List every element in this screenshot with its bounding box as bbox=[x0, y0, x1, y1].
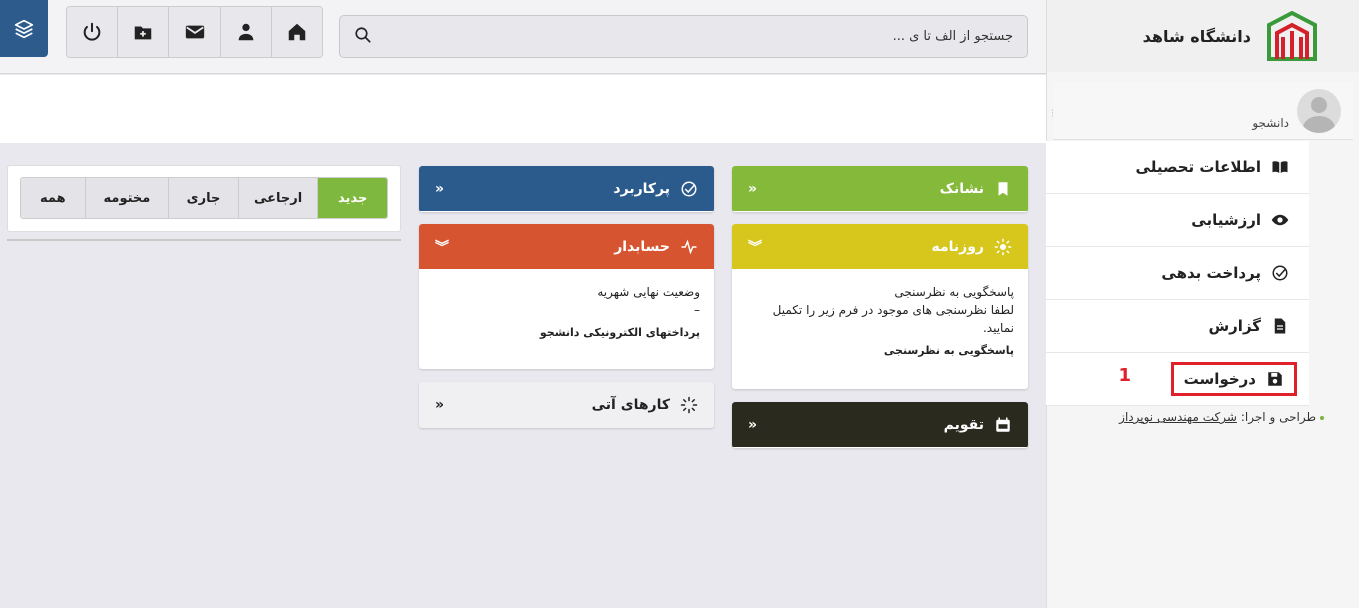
tab-new[interactable]: جدید bbox=[317, 178, 387, 218]
chevron-down-icon[interactable]: ︾ bbox=[435, 237, 449, 257]
widget-karha: کارهای آتی « bbox=[419, 382, 714, 428]
payments-link[interactable]: پرداختهای الکترونیکی دانشجو bbox=[433, 325, 700, 342]
widget-body: وضعیت نهایی شهریه – پرداختهای الکترونیکی… bbox=[419, 269, 714, 356]
double-chevron-icon[interactable]: « bbox=[435, 397, 444, 413]
sidebar-item-payment[interactable]: پرداخت بدهی bbox=[1046, 247, 1309, 300]
double-chevron-icon[interactable]: « bbox=[748, 417, 757, 433]
widget-header[interactable]: نشانک « bbox=[732, 166, 1028, 211]
sidebar-nav: اطلاعات تحصیلی ارزشیابی پرداخت بدهی گزار… bbox=[1046, 141, 1309, 406]
sun-icon bbox=[994, 238, 1012, 255]
chevron-down-icon[interactable]: ︾ bbox=[748, 237, 762, 257]
credit-link[interactable]: شرکت مهندسی نوپرداز bbox=[1119, 410, 1237, 424]
text-line: – bbox=[694, 303, 700, 317]
divider bbox=[7, 239, 401, 241]
user-icon[interactable] bbox=[219, 7, 271, 57]
widget-neshanak: نشانک « bbox=[732, 166, 1028, 212]
search-box bbox=[339, 15, 1028, 58]
content-header bbox=[0, 75, 1046, 143]
university-logo bbox=[1267, 11, 1317, 61]
spinner-icon bbox=[680, 396, 698, 413]
bookmark-icon bbox=[998, 181, 1008, 196]
sidebar-item-label: اطلاعات تحصیلی bbox=[1135, 158, 1261, 176]
widget-header[interactable]: حسابدار ︾ bbox=[419, 224, 714, 269]
sidebar-item-report[interactable]: گزارش bbox=[1046, 300, 1309, 353]
tab-current[interactable]: جاری bbox=[168, 178, 238, 218]
power-icon[interactable] bbox=[67, 7, 118, 57]
brand: دانشگاه شاهد bbox=[1047, 0, 1359, 72]
widget-header[interactable]: کارهای آتی « bbox=[419, 382, 714, 427]
eye-icon bbox=[1271, 214, 1289, 226]
document-icon bbox=[1274, 318, 1286, 334]
brand-name: دانشگاه شاهد bbox=[1142, 26, 1251, 46]
request-highlight-box[interactable]: درخواست bbox=[1170, 362, 1297, 396]
widget-rooznameh: روزنامه ︾ پاسخگویی به نظرسنجی لطفا نظرسن… bbox=[732, 224, 1028, 389]
widget-title: نشانک bbox=[939, 180, 984, 197]
home-icon[interactable] bbox=[270, 7, 322, 57]
tab-closed[interactable]: مختومه bbox=[84, 178, 169, 218]
annotation-number: 1 bbox=[1118, 365, 1131, 386]
user-role: دانشجو bbox=[1252, 115, 1289, 130]
text-line: لطفا نظرسنجی های موجود در فرم زیر را تکم… bbox=[772, 303, 1014, 335]
widget-title: پرکاربرد bbox=[613, 180, 670, 197]
widget-header[interactable]: تقویم « bbox=[732, 402, 1028, 447]
text-line: پاسخگویی به نظرسنجی bbox=[894, 285, 1014, 299]
sidebar-item-academic-info[interactable]: اطلاعات تحصیلی bbox=[1046, 141, 1309, 194]
sidebar-item-request[interactable]: درخواست bbox=[1046, 353, 1309, 406]
book-icon bbox=[1272, 161, 1288, 173]
search-icon[interactable] bbox=[354, 26, 372, 48]
survey-link[interactable]: پاسخگویی به نظرسنجی bbox=[746, 343, 1014, 360]
double-chevron-icon[interactable]: « bbox=[435, 181, 444, 197]
calendar-icon bbox=[996, 417, 1010, 432]
save-icon bbox=[1268, 372, 1282, 386]
widget-taghvim: تقویم « bbox=[732, 402, 1028, 448]
sidebar-item-evaluation[interactable]: ارزشیابی bbox=[1046, 194, 1309, 247]
credit: طراحی و اجرا: شرکت مهندسی نوپرداز bbox=[1119, 410, 1324, 424]
widget-body: پاسخگویی به نظرسنجی لطفا نظرسنجی های موج… bbox=[732, 269, 1028, 374]
text-line: وضعیت نهایی شهریه bbox=[597, 285, 700, 299]
top-bar bbox=[0, 0, 1046, 74]
double-chevron-icon[interactable]: « bbox=[748, 181, 757, 197]
bullet-icon bbox=[1320, 416, 1324, 420]
widget-hesabdar: حسابدار ︾ وضعیت نهایی شهریه – پرداختهای … bbox=[419, 224, 714, 369]
widget-title: روزنامه bbox=[931, 238, 985, 255]
activity-icon bbox=[681, 239, 697, 254]
tab-bar: جدید ارجاعی جاری مختومه همه bbox=[20, 177, 388, 219]
credit-prefix: طراحی و اجرا: bbox=[1240, 410, 1316, 424]
tab-referred[interactable]: ارجاعی bbox=[237, 178, 318, 218]
tab-all[interactable]: همه bbox=[21, 178, 85, 218]
widget-porkarbord: پرکاربرد « bbox=[419, 166, 714, 212]
check-circle-icon bbox=[1272, 265, 1288, 281]
sidebar-item-label: پرداخت بدهی bbox=[1161, 264, 1261, 282]
folder-add-icon[interactable] bbox=[117, 7, 169, 57]
sidebar-item-label: گزارش bbox=[1208, 317, 1261, 335]
widget-title: حسابدار bbox=[614, 238, 670, 255]
layers-icon[interactable] bbox=[0, 0, 48, 57]
user-box: دانشجو bbox=[1053, 82, 1353, 140]
widget-title: تقویم bbox=[943, 416, 984, 433]
mail-icon[interactable] bbox=[168, 7, 220, 57]
quick-actions bbox=[66, 6, 323, 58]
sidebar: دانشگاه شاهد ≡ دانشجو اطلاعات تحصیلی ارز… bbox=[1046, 0, 1359, 608]
sidebar-item-label: درخواست bbox=[1183, 370, 1256, 388]
widget-title: کارهای آتی bbox=[591, 396, 670, 413]
avatar[interactable] bbox=[1297, 88, 1341, 133]
widget-header[interactable]: پرکاربرد « bbox=[419, 166, 714, 211]
check-circle-icon bbox=[681, 181, 697, 196]
sidebar-item-label: ارزشیابی bbox=[1191, 211, 1261, 229]
widget-header[interactable]: روزنامه ︾ bbox=[732, 224, 1028, 269]
status-tabs: جدید ارجاعی جاری مختومه همه bbox=[7, 165, 401, 232]
search-input[interactable] bbox=[372, 29, 1013, 44]
